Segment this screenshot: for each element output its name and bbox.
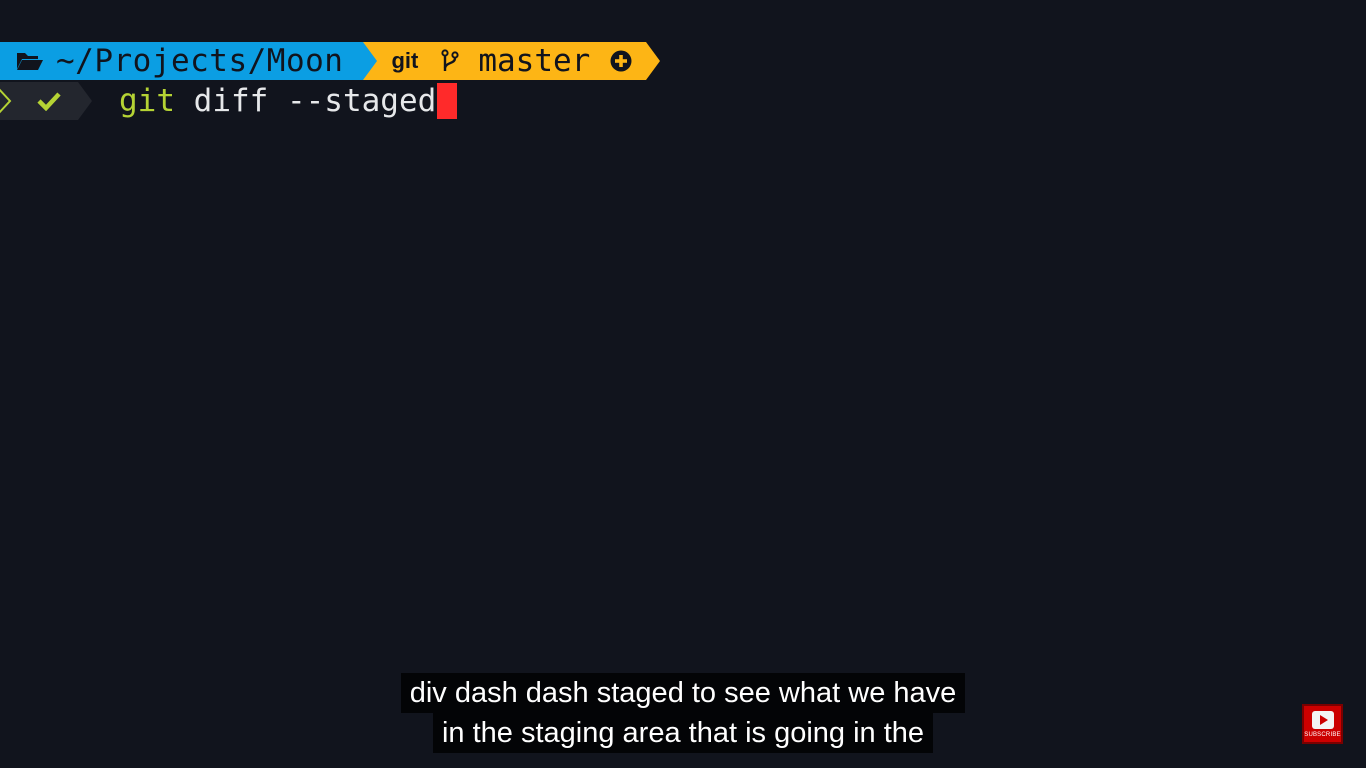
folder-open-icon bbox=[17, 53, 43, 70]
chevron-right-icon bbox=[0, 88, 12, 114]
prompt-bar: ~/Projects/Moon git master bbox=[0, 42, 661, 80]
subscribe-label: SUBSCRIBE bbox=[1304, 732, 1341, 738]
subscribe-button[interactable]: SUBSCRIBE bbox=[1302, 704, 1343, 744]
check-icon bbox=[37, 92, 61, 111]
video-captions: div dash dash staged to see what we have… bbox=[0, 673, 1366, 753]
git-logo-icon: git bbox=[391, 48, 419, 73]
git-segment: git master bbox=[363, 42, 661, 80]
git-branch-icon bbox=[441, 49, 459, 71]
directory-segment: ~/Projects/Moon bbox=[0, 42, 378, 80]
command-program: git bbox=[119, 83, 175, 119]
plus-circle-icon bbox=[610, 50, 632, 72]
caption-line-2: in the staging area that is going in the bbox=[432, 713, 934, 753]
youtube-play-icon bbox=[1311, 711, 1334, 729]
command-arguments: diff --staged bbox=[175, 83, 437, 119]
caption-line-1: div dash dash staged to see what we have bbox=[400, 673, 966, 713]
command-input[interactable]: git diff --staged bbox=[119, 82, 458, 120]
current-directory: ~/Projects/Moon bbox=[56, 43, 344, 79]
branch-name: master bbox=[478, 43, 591, 79]
terminal-screen[interactable]: ~/Projects/Moon git master git diff --st… bbox=[0, 0, 1366, 768]
exit-status-segment bbox=[0, 82, 92, 120]
text-cursor bbox=[437, 83, 458, 119]
